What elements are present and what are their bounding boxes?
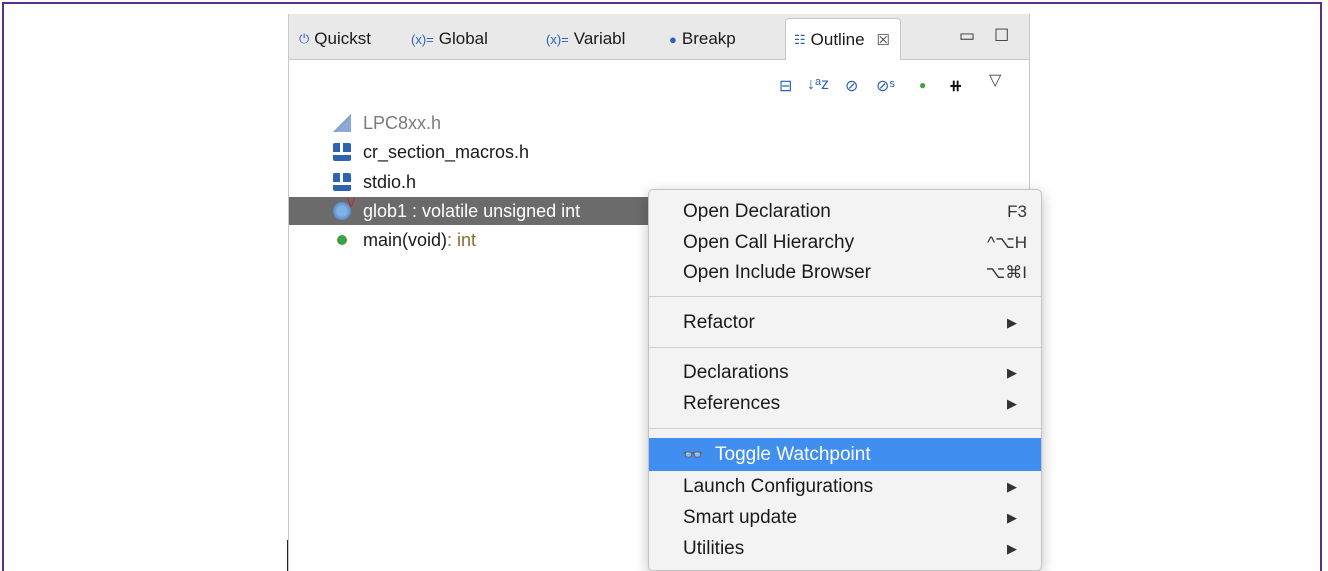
hide-static-icon[interactable]: ⊘ˢ <box>876 76 895 96</box>
tab-label: Outline <box>810 29 865 49</box>
group-includes-icon[interactable]: ⧺ <box>949 76 962 96</box>
tab-quickstart[interactable]: ⏻ Quickst <box>299 24 371 54</box>
lpc-header-icon <box>333 114 351 132</box>
shortcut: ⌥⌘I <box>985 262 1027 282</box>
quickstart-icon: ⏻ <box>299 31 310 46</box>
tab-label: Global <box>438 29 488 48</box>
view-tab-bar: ⏻ Quickst (x)= Global (x)= Variabl ● Bre… <box>289 14 1029 60</box>
menu-separator <box>649 296 1041 297</box>
context-menu: Open Declaration F3 Open Call Hierarchy … <box>648 189 1042 571</box>
header-file-icon <box>333 173 351 191</box>
shortcut: F3 <box>1007 201 1027 221</box>
menu-item-open-call-hierarchy[interactable]: Open Call Hierarchy ^⌥H <box>649 227 1041 258</box>
submenu-arrow-icon: ▶ <box>1007 509 1017 525</box>
sort-icon[interactable]: ↓ᵃz <box>807 76 829 94</box>
menu-item-smart-update[interactable]: Smart update ▶ <box>649 502 1041 533</box>
menu-item-launch-configurations[interactable]: Launch Configurations ▶ <box>649 471 1041 502</box>
menu-separator <box>649 428 1041 429</box>
menu-separator <box>649 347 1041 348</box>
outline-icon: ☷ <box>794 31 806 47</box>
submenu-arrow-icon: ▶ <box>1007 314 1017 330</box>
menu-item-open-declaration[interactable]: Open Declaration F3 <box>649 196 1041 227</box>
tree-item-cr-section-macros[interactable]: cr_section_macros.h <box>289 138 1031 166</box>
tab-label: Quickst <box>314 29 371 48</box>
submenu-arrow-icon: ▶ <box>1007 540 1017 556</box>
shortcut: ^⌥H <box>987 232 1027 252</box>
maximize-icon[interactable]: ☐ <box>994 26 1009 46</box>
menu-item-references[interactable]: References ▶ <box>649 388 1041 419</box>
menu-item-declarations[interactable]: Declarations ▶ <box>649 357 1041 388</box>
menu-item-utilities[interactable]: Utilities ▶ <box>649 533 1041 564</box>
hide-fields-icon[interactable]: ⊘ <box>845 76 858 96</box>
tab-breakpoints[interactable]: ● Breakp <box>669 24 736 54</box>
breakpoints-icon: ● <box>669 31 677 47</box>
menu-item-refactor[interactable]: Refactor ▶ <box>649 307 1041 338</box>
tab-label: Breakp <box>681 29 736 48</box>
tab-global-variables[interactable]: (x)= Global <box>411 24 488 54</box>
menu-item-toggle-watchpoint[interactable]: 👓 Toggle Watchpoint <box>649 438 1041 471</box>
tab-variables[interactable]: (x)= Variabl <box>546 24 625 54</box>
tab-outline[interactable]: ☷ Outline ☒ <box>785 18 901 60</box>
submenu-arrow-icon: ▶ <box>1007 364 1017 380</box>
watchpoint-glasses-icon: 👓 <box>683 446 703 464</box>
submenu-arrow-icon: ▶ <box>1007 395 1017 411</box>
menu-item-open-include-browser[interactable]: Open Include Browser ⌥⌘I <box>649 257 1041 288</box>
variable-icon: V <box>333 196 355 220</box>
minimize-icon[interactable]: ▭ <box>959 26 975 46</box>
variables-icon: (x)= <box>546 31 569 47</box>
hide-nonpublic-icon[interactable]: ● <box>919 78 926 92</box>
submenu-arrow-icon: ▶ <box>1007 478 1017 494</box>
tab-label: Variabl <box>573 29 626 48</box>
tree-item-lpc8xx[interactable]: LPC8xx.h <box>289 109 1031 137</box>
global-variables-icon: (x)= <box>411 31 434 47</box>
volatile-marker: V <box>347 196 356 210</box>
view-menu-icon[interactable]: ▽ <box>989 70 1001 90</box>
function-icon <box>337 235 347 245</box>
close-icon[interactable]: ☒ <box>877 31 890 49</box>
collapse-all-icon[interactable]: ⊟ <box>779 76 792 96</box>
header-file-icon <box>333 143 351 161</box>
